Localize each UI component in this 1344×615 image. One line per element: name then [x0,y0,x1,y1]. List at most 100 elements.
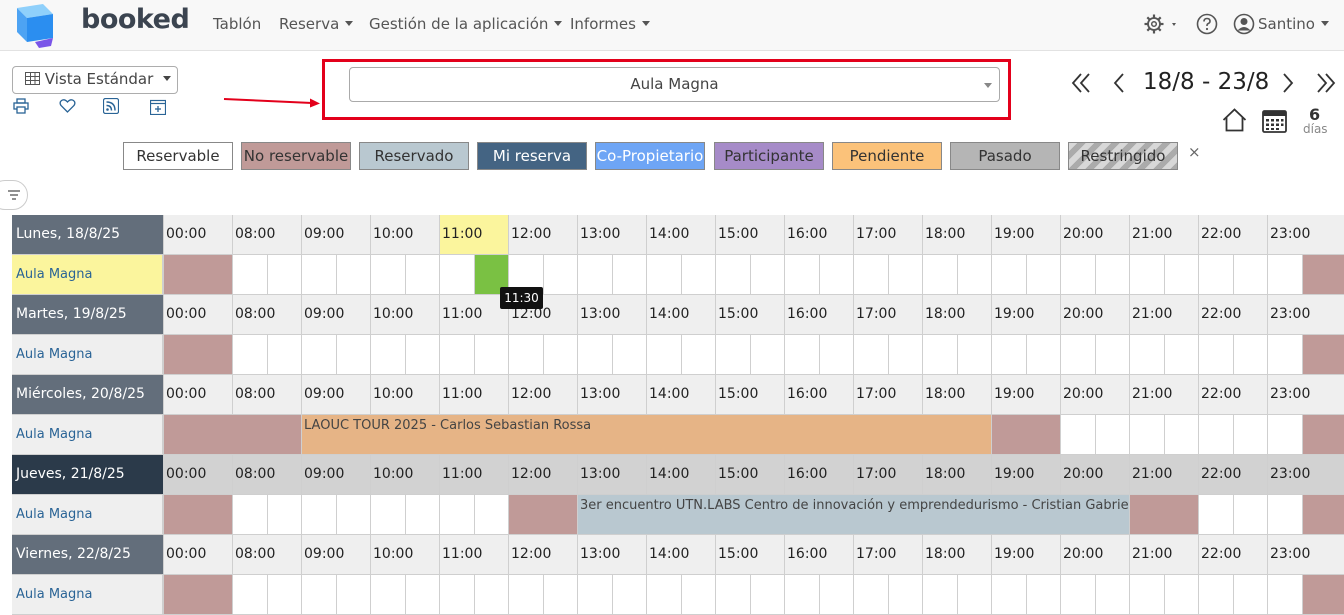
time-slot[interactable] [819,255,854,295]
time-slot[interactable] [1267,415,1302,455]
time-slot[interactable] [232,495,267,535]
time-slot[interactable] [1026,335,1061,375]
time-slot[interactable] [853,255,888,295]
time-slot[interactable] [922,255,957,295]
time-slot[interactable] [646,575,681,615]
time-slot[interactable] [784,255,819,295]
time-slot[interactable] [474,495,509,535]
user-menu[interactable]: Santino [1258,15,1329,33]
time-slot[interactable] [784,575,819,615]
time-slot[interactable] [646,255,681,295]
time-slot[interactable] [991,255,1026,295]
time-slot[interactable] [267,575,302,615]
time-slot[interactable] [439,255,474,295]
time-slot[interactable] [301,255,336,295]
calendar-icon[interactable] [1262,109,1287,133]
resource-link[interactable]: Aula Magna [12,495,163,535]
time-slot[interactable] [1233,255,1268,295]
time-slot[interactable] [1267,575,1302,615]
resource-link[interactable]: Aula Magna [12,255,163,295]
time-slot[interactable] [750,575,785,615]
time-slot[interactable] [543,575,578,615]
time-slot[interactable] [405,335,440,375]
time-slot[interactable] [336,575,371,615]
time-slot[interactable] [267,335,302,375]
time-slot[interactable] [474,575,509,615]
time-slot[interactable] [1060,255,1095,295]
reserved-reservation[interactable]: 3er encuentro UTN.LABS Centro de innovac… [577,495,1129,535]
resource-link[interactable]: Aula Magna [12,415,163,455]
user-avatar-icon[interactable] [1233,13,1255,35]
time-slot[interactable] [612,575,647,615]
time-slot[interactable] [1233,495,1268,535]
time-slot[interactable] [1267,495,1302,535]
time-slot[interactable] [922,575,957,615]
time-slot[interactable] [784,335,819,375]
time-slot[interactable] [853,575,888,615]
time-slot[interactable] [439,575,474,615]
help-icon[interactable] [1196,13,1218,35]
legend-close-icon[interactable]: × [1188,143,1201,161]
settings-gear-icon[interactable] [1143,13,1177,37]
time-slot[interactable] [1198,255,1233,295]
nav-informes[interactable]: Informes [570,15,650,33]
time-slot[interactable] [405,495,440,535]
nav-tablon[interactable]: Tablón [213,15,261,33]
time-slot[interactable] [1095,255,1130,295]
time-slot[interactable] [301,495,336,535]
time-slot[interactable] [1095,575,1130,615]
time-slot[interactable] [888,255,923,295]
time-slot[interactable] [819,575,854,615]
time-slot[interactable] [1164,415,1199,455]
time-slot[interactable] [1095,335,1130,375]
time-slot[interactable] [750,255,785,295]
time-slot[interactable] [1164,335,1199,375]
nav-reserva[interactable]: Reserva [279,15,353,33]
time-slot[interactable] [715,335,750,375]
nav-gestion[interactable]: Gestión de la aplicación [369,15,562,33]
resource-link[interactable]: Aula Magna [12,575,163,615]
time-slot[interactable] [1060,415,1095,455]
booked-logo-icon[interactable] [13,2,61,48]
time-slot[interactable] [681,335,716,375]
time-slot[interactable] [715,575,750,615]
time-slot[interactable] [370,495,405,535]
chevron-left-icon[interactable] [1113,72,1125,94]
time-slot[interactable] [336,255,371,295]
time-slot[interactable] [991,335,1026,375]
time-slot[interactable] [577,575,612,615]
time-slot[interactable] [612,255,647,295]
double-chevron-right-icon[interactable] [1316,72,1336,94]
home-icon[interactable] [1222,108,1247,132]
time-slot[interactable] [336,335,371,375]
heart-icon[interactable] [59,98,76,114]
resource-select[interactable]: Aula Magna [349,67,1000,102]
view-selector-button[interactable]: Vista Estándar [12,66,178,94]
time-slot[interactable] [336,495,371,535]
print-icon[interactable] [13,98,29,114]
time-slot[interactable] [508,335,543,375]
time-slot[interactable] [715,255,750,295]
time-slot[interactable] [232,335,267,375]
filter-toggle-button[interactable] [0,180,28,210]
time-slot[interactable] [1233,575,1268,615]
time-slot[interactable] [405,575,440,615]
time-slot[interactable] [1233,415,1268,455]
time-slot[interactable] [681,255,716,295]
chevron-right-icon[interactable] [1282,72,1294,94]
time-slot[interactable] [991,575,1026,615]
time-slot[interactable] [439,495,474,535]
time-slot[interactable] [267,255,302,295]
time-slot[interactable] [1267,335,1302,375]
time-slot[interactable] [819,335,854,375]
time-slot[interactable] [646,335,681,375]
time-slot[interactable] [853,335,888,375]
time-slot[interactable] [1164,255,1199,295]
time-slot[interactable] [1129,335,1164,375]
time-slot[interactable] [1198,575,1233,615]
time-slot[interactable] [577,335,612,375]
time-slot[interactable] [267,495,302,535]
pending-reservation[interactable]: LAOUC TOUR 2025 - Carlos Sebastian Rossa [301,415,991,455]
time-slot[interactable] [957,255,992,295]
time-slot[interactable] [508,575,543,615]
